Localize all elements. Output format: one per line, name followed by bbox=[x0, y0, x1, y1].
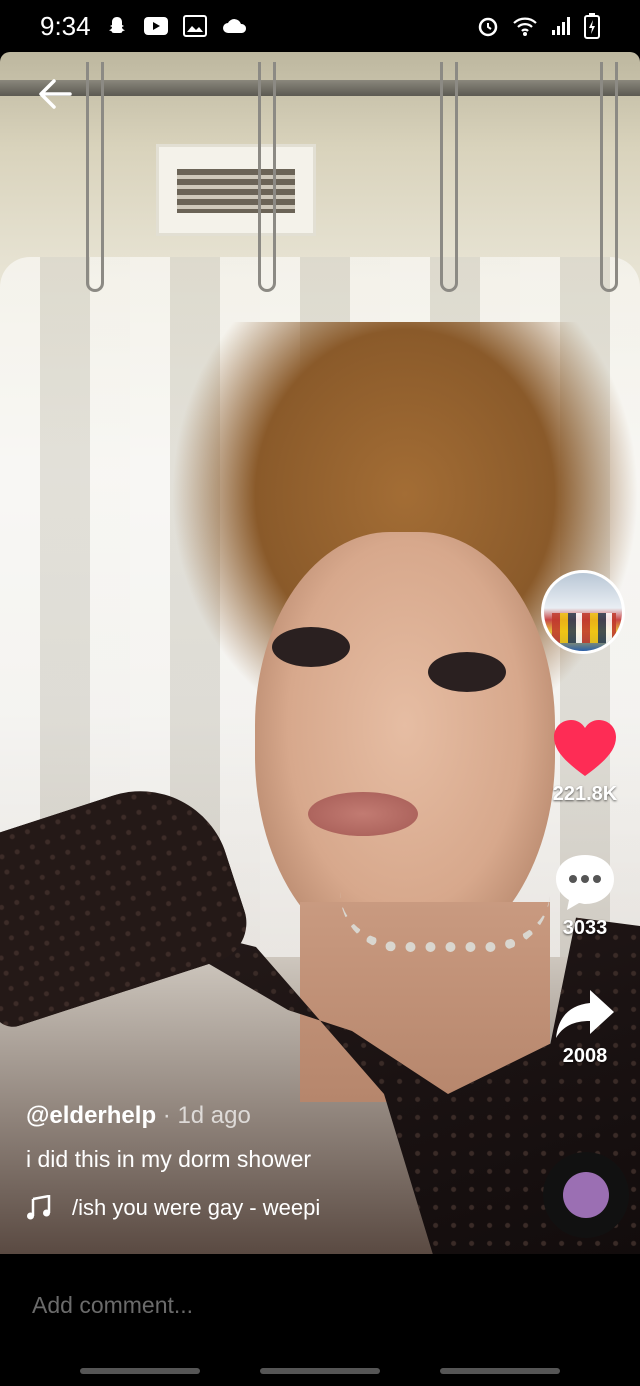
music-disc[interactable] bbox=[543, 1152, 629, 1238]
music-info[interactable]: /ish you were gay - weepi bbox=[26, 1195, 332, 1221]
status-time: 9:34 bbox=[40, 10, 91, 41]
music-title: /ish you were gay - weepi bbox=[72, 1195, 321, 1220]
creator-avatar[interactable] bbox=[541, 570, 625, 654]
signal-icon bbox=[552, 17, 570, 35]
comment-button[interactable]: 3033 bbox=[535, 852, 635, 940]
comment-input[interactable]: Add comment... bbox=[32, 1292, 193, 1319]
back-button[interactable] bbox=[34, 72, 78, 116]
comment-count: 3033 bbox=[562, 917, 608, 939]
share-arrow-icon bbox=[556, 990, 614, 1038]
cloud-icon bbox=[222, 19, 246, 33]
curtain-hook bbox=[600, 62, 618, 292]
person-necklace bbox=[340, 892, 550, 952]
like-count: 221.8K bbox=[552, 783, 618, 805]
curtain-hook bbox=[440, 62, 458, 292]
youtube-icon bbox=[143, 17, 168, 35]
video-player[interactable] bbox=[0, 52, 640, 1254]
alarm-icon bbox=[478, 17, 498, 37]
nav-hint bbox=[260, 1368, 380, 1374]
music-disc-cover bbox=[563, 1172, 609, 1218]
nav-hint bbox=[440, 1368, 560, 1374]
battery-charging-icon bbox=[584, 13, 600, 39]
video-caption: @elderhelp · 1d ago i did this in my dor… bbox=[26, 1102, 332, 1221]
post-age: · 1d ago bbox=[156, 1102, 251, 1129]
person-eye bbox=[272, 627, 350, 667]
share-count: 2008 bbox=[562, 1045, 608, 1067]
comment-bubble-icon bbox=[556, 855, 614, 910]
curtain-hook bbox=[86, 62, 104, 292]
author-username[interactable]: @elderhelp bbox=[26, 1102, 156, 1129]
person-eye bbox=[428, 652, 506, 692]
arrow-left-icon bbox=[39, 79, 72, 109]
like-button[interactable]: 221.8K bbox=[535, 718, 635, 806]
wifi-icon bbox=[513, 17, 537, 36]
gallery-icon bbox=[182, 15, 207, 37]
person-lips bbox=[308, 792, 418, 836]
music-note-icon bbox=[27, 1195, 51, 1220]
curtain-hook bbox=[258, 62, 276, 292]
snapchat-icon bbox=[108, 17, 125, 33]
wall-vent bbox=[156, 144, 316, 236]
comment-bar[interactable]: Add comment... bbox=[0, 1256, 640, 1356]
heart-icon bbox=[554, 720, 616, 776]
nav-hint bbox=[80, 1368, 200, 1374]
share-button[interactable]: 2008 bbox=[535, 988, 635, 1068]
status-bar: 9:34 bbox=[0, 0, 640, 52]
video-description: i did this in my dorm shower bbox=[26, 1146, 312, 1172]
